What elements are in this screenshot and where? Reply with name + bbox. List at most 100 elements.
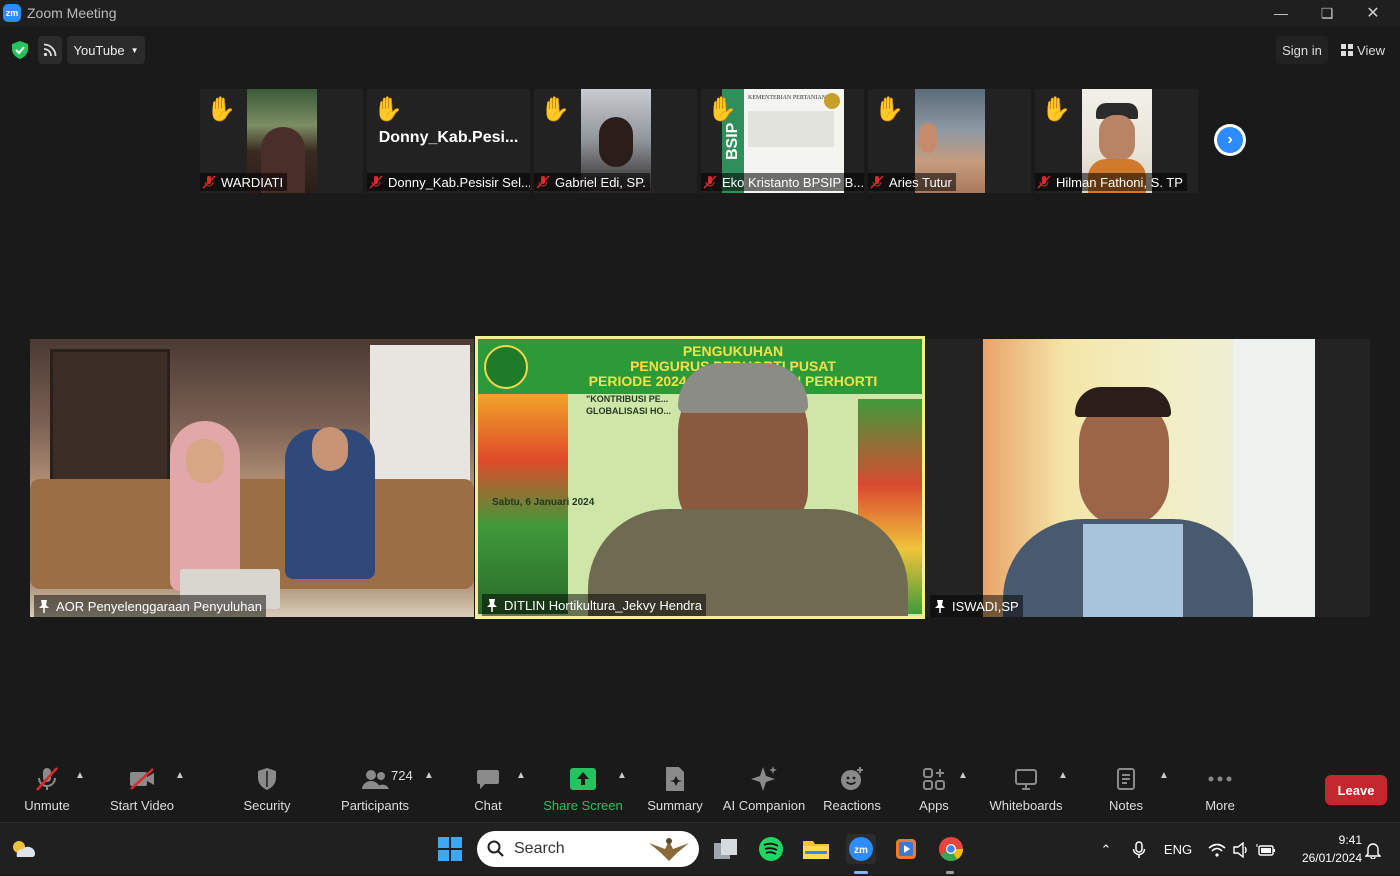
notification-bell-icon[interactable] [1362,823,1384,876]
thumbnail-tile[interactable]: ✋ Hilman Fathoni, S. TP [1035,89,1198,193]
ai-sparkle-icon [751,766,777,791]
chat-options-caret-icon[interactable]: ▲ [516,770,526,781]
participant-label: Aries Tutur [868,173,956,191]
apps-label: Apps [919,798,949,813]
start-video-label: Start Video [109,798,175,813]
slide-line-1: PENGUKUHAN [682,343,784,359]
notes-options-caret-icon[interactable]: ▲ [1159,770,1169,781]
thumbnail-tile[interactable]: ✋ Gabriel Edi, SP. [534,89,697,193]
video-options-caret-icon[interactable]: ▲ [175,770,185,781]
sign-in-button[interactable]: Sign in [1276,36,1328,64]
muted-mic-icon [202,175,216,189]
thumbnail-tile[interactable]: ✋ WARDIATI [200,89,363,193]
active-speaker-tile[interactable]: PENGUKUHAN PENGURUS PERHORTI PUSAT PERIO… [475,336,925,619]
media-player-icon[interactable] [891,834,921,864]
share-screen-button[interactable]: Share Screen [543,764,623,816]
summary-button[interactable]: Summary [645,764,705,816]
weather-widget-icon[interactable] [8,834,38,864]
windows-taskbar: Search zm ⌃ ENG 9:41 26/01/2024 [0,822,1400,875]
share-screen-icon [570,768,596,790]
svg-text:zm: zm [854,845,868,856]
grid-view-icon [1341,44,1354,56]
participant-label: ISWADI,SP [930,595,1023,617]
system-clock[interactable]: 9:41 26/01/2024 [1286,831,1362,867]
summary-document-icon [666,767,684,791]
unmute-button[interactable]: Unmute [18,764,76,816]
thumbnail-tile[interactable]: BSIP KEMENTERIAN PERTANIAN ✋ Eko Kristan… [701,89,864,193]
raised-hand-icon: ✋ [707,96,737,123]
spotify-icon[interactable] [756,834,786,864]
task-view-icon[interactable] [711,834,741,864]
reactions-button[interactable]: Reactions [823,764,881,816]
notes-label: Notes [1109,798,1143,813]
youtube-stream-dropdown[interactable]: YouTube ▼ [67,36,145,64]
reactions-label: Reactions [823,798,881,813]
notes-button[interactable]: Notes [1107,764,1145,816]
file-explorer-icon[interactable] [801,834,831,864]
view-button[interactable]: View [1336,36,1390,64]
pin-icon [935,600,945,613]
share-options-caret-icon[interactable]: ▲ [617,770,627,781]
battery-icon[interactable] [1254,823,1278,876]
participant-name: Gabriel Edi, SP. [555,174,646,190]
taskbar-search-input[interactable]: Search [477,831,699,867]
microphone-icon[interactable] [1128,823,1150,876]
whiteboards-button[interactable]: Whiteboards [988,764,1064,816]
close-button[interactable]: ✕ [1350,0,1396,26]
participant-name: ISWADI,SP [952,598,1019,614]
participant-name: Aries Tutur [889,174,952,190]
zoom-app-icon: zm [3,4,21,22]
video-tile[interactable]: ISWADI,SP [926,339,1370,617]
raised-hand-icon: ✋ [206,96,236,123]
participant-name: AOR Penyelenggaraan Penyuluhan [56,598,262,614]
ai-companion-button[interactable]: AI Companion [722,764,806,816]
minimize-button[interactable]: — [1258,0,1304,26]
chat-bubble-icon [477,770,499,789]
reaction-smiley-icon [841,767,863,790]
search-placeholder: Search [514,840,565,857]
chat-button[interactable]: Chat [470,764,506,816]
wifi-icon[interactable] [1206,823,1228,876]
volume-icon[interactable] [1230,823,1252,876]
more-label: More [1205,798,1235,813]
thumbnail-tile[interactable]: ✋ Aries Tutur [868,89,1031,193]
participants-options-caret-icon[interactable]: ▲ [424,770,434,781]
zoom-taskbar-icon[interactable]: zm [846,834,876,864]
muted-mic-icon [870,175,884,189]
ministry-logo-icon [484,345,528,389]
chat-label: Chat [474,798,502,813]
video-tile[interactable]: AOR Penyelenggaraan Penyuluhan [30,339,474,617]
whiteboards-options-caret-icon[interactable]: ▲ [1058,770,1068,781]
chevron-right-icon: › [1217,127,1243,153]
windows-start-icon[interactable] [435,834,465,864]
encryption-shield-icon[interactable] [10,40,30,60]
ai-companion-label: AI Companion [722,798,806,813]
start-video-button[interactable]: Start Video [108,764,176,816]
muted-mic-icon [536,175,550,189]
apps-options-caret-icon[interactable]: ▲ [958,770,968,781]
unmute-label: Unmute [24,798,70,813]
apps-button[interactable]: Apps [915,764,953,816]
chrome-icon[interactable] [936,834,966,864]
thumbnail-tile[interactable]: ✋ Donny_Kab.Pesi... Donny_Kab.Pesisir Se… [367,89,530,193]
participant-name: Eko Kristanto BPSIP B... [722,174,864,190]
kementerian-emblem-icon [824,93,840,109]
participant-label: Hilman Fathoni, S. TP [1035,173,1187,191]
restore-button[interactable]: ❏ [1304,0,1350,26]
pin-icon [39,600,49,613]
leave-button[interactable]: Leave [1325,775,1387,805]
pin-icon [487,599,497,612]
live-stream-button[interactable] [38,36,62,64]
show-hidden-icons-chevron-icon[interactable]: ⌃ [1096,823,1116,876]
participant-label: WARDIATI [200,173,288,191]
participant-label: Donny_Kab.Pesisir Sel... [367,173,530,191]
next-page-button[interactable]: › [1214,124,1246,156]
participant-label: DITLIN Hortikultura_Jekvy Hendra [482,594,706,616]
audio-options-caret-icon[interactable]: ▲ [75,770,85,781]
participant-name: Hilman Fathoni, S. TP [1056,174,1183,190]
language-indicator[interactable]: ENG [1160,823,1196,876]
more-button[interactable]: More [1201,764,1239,816]
notes-icon [1117,768,1135,790]
security-button[interactable]: Security [238,764,296,816]
security-label: Security [243,798,291,813]
